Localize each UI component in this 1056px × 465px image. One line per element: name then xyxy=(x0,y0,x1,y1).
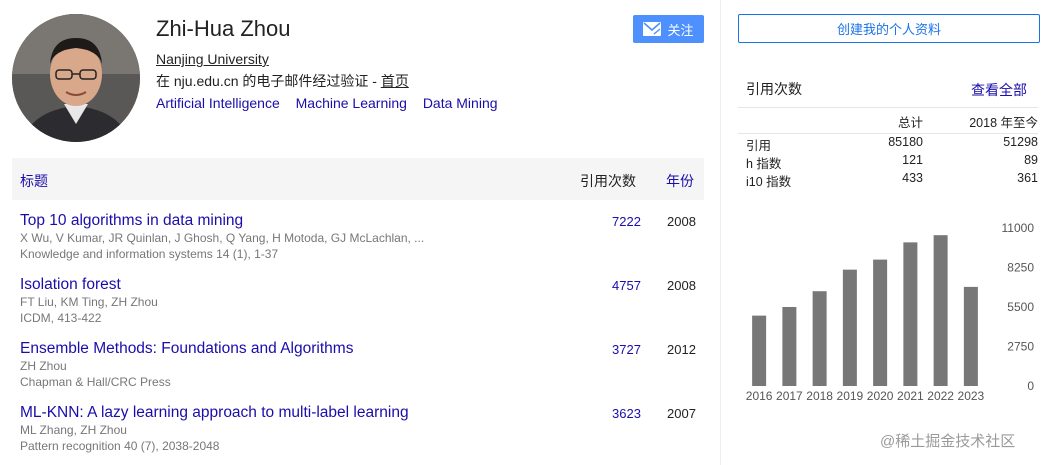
chart-bar-2017[interactable] xyxy=(782,307,797,386)
article-authors: FT Liu, KM Ting, ZH Zhou xyxy=(20,295,158,309)
homepage-link[interactable]: 首页 xyxy=(381,73,409,89)
chart-bar-2022[interactable] xyxy=(933,235,948,386)
stats-label: i10 指数 xyxy=(746,175,792,189)
x-tick-label: 2020 xyxy=(867,389,894,403)
article-title-link[interactable]: Top 10 algorithms in data mining xyxy=(20,212,704,230)
article-year: 2008 xyxy=(667,278,696,293)
interest-link[interactable]: Artificial Intelligence xyxy=(156,95,280,111)
stats-row: h 指数 121 89 xyxy=(738,152,1038,171)
article-authors: ZH Zhou xyxy=(20,359,67,373)
y-tick-label: 0 xyxy=(1027,379,1034,393)
interest-link[interactable]: Machine Learning xyxy=(296,95,407,111)
interest-link[interactable]: Data Mining xyxy=(423,95,498,111)
stats-col-total: 总计 xyxy=(897,116,923,130)
stats-row: i10 指数 433 361 xyxy=(738,170,1038,189)
stats-total: 85180 xyxy=(888,135,923,149)
article-title-link[interactable]: ML-KNN: A lazy learning approach to mult… xyxy=(20,404,704,422)
create-profile-button[interactable]: 创建我的个人资料 xyxy=(738,14,1040,43)
article-title-link[interactable]: Isolation forest xyxy=(20,276,704,294)
view-all-link[interactable]: 查看全部 xyxy=(971,80,1027,100)
table-row: Top 10 algorithms in data mining X Wu, V… xyxy=(20,212,704,272)
envelope-icon xyxy=(643,22,662,36)
stats-col-since: 2018 年至今 xyxy=(969,116,1038,130)
article-authors: X Wu, V Kumar, JR Quinlan, J Ghosh, Q Ya… xyxy=(20,231,425,245)
stats-row: 引用 85180 51298 xyxy=(738,134,1038,153)
avatar[interactable] xyxy=(12,14,140,142)
profile-main: Zhi-Hua Zhou Nanjing University 在 nju.ed… xyxy=(0,0,720,465)
article-year: 2012 xyxy=(667,342,696,357)
citations-sidebar: 创建我的个人资料 引用次数 查看全部 总计 2018 年至今 引用 85180 … xyxy=(720,0,1056,465)
research-interests: Artificial Intelligence Machine Learning… xyxy=(156,95,510,111)
verified-email: 在 nju.edu.cn 的电子邮件经过验证 - 首页 xyxy=(156,71,409,91)
stats-since: 51298 xyxy=(1003,135,1038,149)
article-cites-link[interactable]: 7222 xyxy=(612,214,641,229)
x-tick-label: 2023 xyxy=(958,389,985,403)
articles-table-header: 标题 引用次数 年份 xyxy=(12,158,704,200)
profile-name: Zhi-Hua Zhou xyxy=(156,16,291,41)
header-cites: 引用次数 xyxy=(580,173,636,189)
stats-since: 361 xyxy=(1017,171,1038,185)
y-tick-label: 11000 xyxy=(1002,221,1035,235)
chart-bar-2018[interactable] xyxy=(812,291,827,386)
chart-bar-2021[interactable] xyxy=(903,242,918,386)
article-venue: Chapman & Hall/CRC Press xyxy=(20,375,171,389)
chart-bar-2019[interactable] xyxy=(842,269,857,386)
table-row: Ensemble Methods: Foundations and Algori… xyxy=(20,340,704,400)
x-tick-label: 2016 xyxy=(746,389,773,403)
article-cites-link[interactable]: 4757 xyxy=(612,278,641,293)
stats-total: 121 xyxy=(902,153,923,167)
cited-by-heading: 引用次数 xyxy=(746,81,802,97)
x-tick-label: 2017 xyxy=(776,389,803,403)
x-tick-label: 2022 xyxy=(927,389,954,403)
article-title-link[interactable]: Ensemble Methods: Foundations and Algori… xyxy=(20,340,704,358)
citations-per-year-chart: 2016 2017 2018 2019 2020 2021 2022 2023 0 2750 550… xyxy=(746,221,1035,403)
table-row: Isolation forest FT Liu, KM Ting, ZH Zho… xyxy=(20,276,704,336)
article-venue: Pattern recognition 40 (7), 2038-2048 xyxy=(20,439,220,453)
x-tick-label: 2018 xyxy=(806,389,833,403)
stats-total: 433 xyxy=(902,171,923,185)
watermark-text: @稀土掘金技术社区 xyxy=(880,433,1016,450)
x-tick-label: 2019 xyxy=(837,389,864,403)
sort-by-year[interactable]: 年份 xyxy=(666,171,694,191)
chart-bar-2020[interactable] xyxy=(873,259,888,386)
article-cites-link[interactable]: 3727 xyxy=(612,342,641,357)
affiliation-link[interactable]: Nanjing University xyxy=(156,51,269,67)
stats-since: 89 xyxy=(1024,153,1038,167)
chart-bar-2016[interactable] xyxy=(752,315,767,386)
citation-stats-table: 总计 2018 年至今 引用 85180 51298 h 指数 121 89 i… xyxy=(738,107,1038,189)
article-authors: ML Zhang, ZH Zhou xyxy=(20,423,127,437)
table-row: ML-KNN: A lazy learning approach to mult… xyxy=(20,404,704,464)
follow-button[interactable]: 关注 xyxy=(633,15,704,43)
y-tick-label: 5500 xyxy=(1007,300,1034,314)
y-tick-label: 8250 xyxy=(1007,261,1034,275)
stats-header-row: 总计 2018 年至今 xyxy=(738,108,1038,134)
x-tick-label: 2021 xyxy=(897,389,924,403)
article-venue: ICDM, 413-422 xyxy=(20,311,102,325)
article-venue: Knowledge and information systems 14 (1)… xyxy=(20,247,279,261)
chart-bar-2023[interactable] xyxy=(963,286,978,386)
follow-label: 关注 xyxy=(667,22,694,38)
sort-by-title[interactable]: 标题 xyxy=(20,171,48,191)
article-year: 2008 xyxy=(667,214,696,229)
article-year: 2007 xyxy=(667,406,696,421)
verified-text: 在 nju.edu.cn 的电子邮件经过验证 - xyxy=(156,73,381,89)
y-tick-label: 2750 xyxy=(1007,340,1034,354)
article-cites-link[interactable]: 3623 xyxy=(612,406,641,421)
